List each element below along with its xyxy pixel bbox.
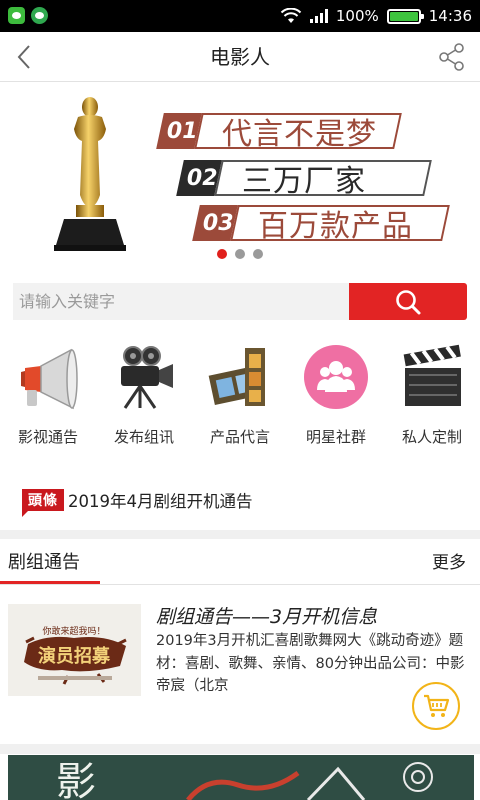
title-bar: 电影人 xyxy=(0,32,480,82)
clapperboard-icon xyxy=(403,344,461,406)
slogan-1: 01 代言不是梦 xyxy=(156,113,402,152)
notice-title: 剧组通告——3月开机信息 xyxy=(156,606,378,628)
film-strip-icon xyxy=(208,348,265,406)
search-icon xyxy=(396,289,421,314)
promo-banner[interactable]: 01 代言不是梦 02 三万厂家 03 百万款产品 xyxy=(0,83,480,268)
wifi-icon xyxy=(280,8,302,23)
slogan-3: 03 百万款产品 xyxy=(192,205,476,244)
carousel-dot[interactable] xyxy=(235,249,245,259)
film-camera-icon xyxy=(121,346,173,409)
headline-text: 2019年4月剧组开机通告 xyxy=(68,492,253,511)
poster-tagline: 你敢来超我吗！ xyxy=(42,625,105,637)
casting-poster-image: 你敢来超我吗！ 演员招募 xyxy=(8,604,141,696)
section-title[interactable]: 剧组通告 xyxy=(8,548,80,574)
category-label: 产品代言 xyxy=(209,428,270,446)
headline-ticker[interactable]: 頭條 2019年4月剧组开机通告 xyxy=(22,486,462,517)
category-star-community[interactable]: 明星社群 xyxy=(288,340,384,450)
oscar-trophy-icon xyxy=(54,97,126,251)
slogan-text: 代言不是梦 xyxy=(222,117,377,152)
category-label: 明星社群 xyxy=(305,428,366,446)
banner-glyph: 影 xyxy=(56,759,96,800)
battery-icon xyxy=(386,8,424,24)
category-label: 私人定制 xyxy=(401,428,462,446)
carousel-dot[interactable] xyxy=(253,249,263,259)
notice-card[interactable]: 你敢来超我吗！ 演员招募 剧组通告——3月开机信息 2019年3月开机汇喜剧歌舞… xyxy=(0,586,480,736)
feature-banner[interactable]: 影 xyxy=(8,755,474,800)
signal-icon xyxy=(309,9,328,23)
search-button[interactable] xyxy=(349,283,467,320)
notification-icons xyxy=(8,7,48,24)
category-post-crew[interactable]: 发布组讯 xyxy=(96,340,192,450)
carousel-dots xyxy=(0,249,480,259)
megaphone-icon xyxy=(21,348,78,410)
shopping-cart-icon xyxy=(424,694,450,717)
cart-button[interactable] xyxy=(412,682,460,730)
notice-thumbnail: 你敢来超我吗！ 演员招募 xyxy=(8,604,141,696)
chalkboard-image: 影 xyxy=(8,755,474,800)
section-tab-indicator xyxy=(0,581,100,584)
share-button[interactable] xyxy=(436,41,468,73)
wechat-icon xyxy=(8,7,25,24)
category-private-custom[interactable]: 私人定制 xyxy=(384,340,480,450)
clock: 14:36 xyxy=(428,7,472,25)
search-input[interactable] xyxy=(13,283,349,320)
page-title: 电影人 xyxy=(210,45,270,69)
message-app-icon xyxy=(31,7,48,24)
more-link[interactable]: 更多 xyxy=(432,548,466,573)
section-header: 剧组通告 更多 xyxy=(0,539,480,585)
share-icon xyxy=(439,43,464,71)
battery-percent: 100% xyxy=(335,7,379,25)
headline-badge: 頭條 xyxy=(22,489,64,517)
group-icon xyxy=(304,345,368,409)
slogan-text: 百万款产品 xyxy=(258,209,413,244)
divider xyxy=(0,530,480,539)
carousel-dot[interactable] xyxy=(217,249,227,259)
category-label: 影视通告 xyxy=(17,428,78,446)
slogan-2: 02 三万厂家 xyxy=(176,160,440,199)
poster-title: 演员招募 xyxy=(38,645,111,667)
category-endorsement[interactable]: 产品代言 xyxy=(192,340,288,450)
divider xyxy=(0,744,480,754)
slogan-text: 三万厂家 xyxy=(242,164,366,199)
search-bar xyxy=(13,283,467,320)
status-bar: 100% 14:36 xyxy=(0,0,480,32)
category-grid: 影视通告 发布组讯 产品代言 明星社群 私人定制 xyxy=(0,340,480,450)
category-label: 发布组讯 xyxy=(113,428,174,446)
category-notices[interactable]: 影视通告 xyxy=(0,340,96,450)
